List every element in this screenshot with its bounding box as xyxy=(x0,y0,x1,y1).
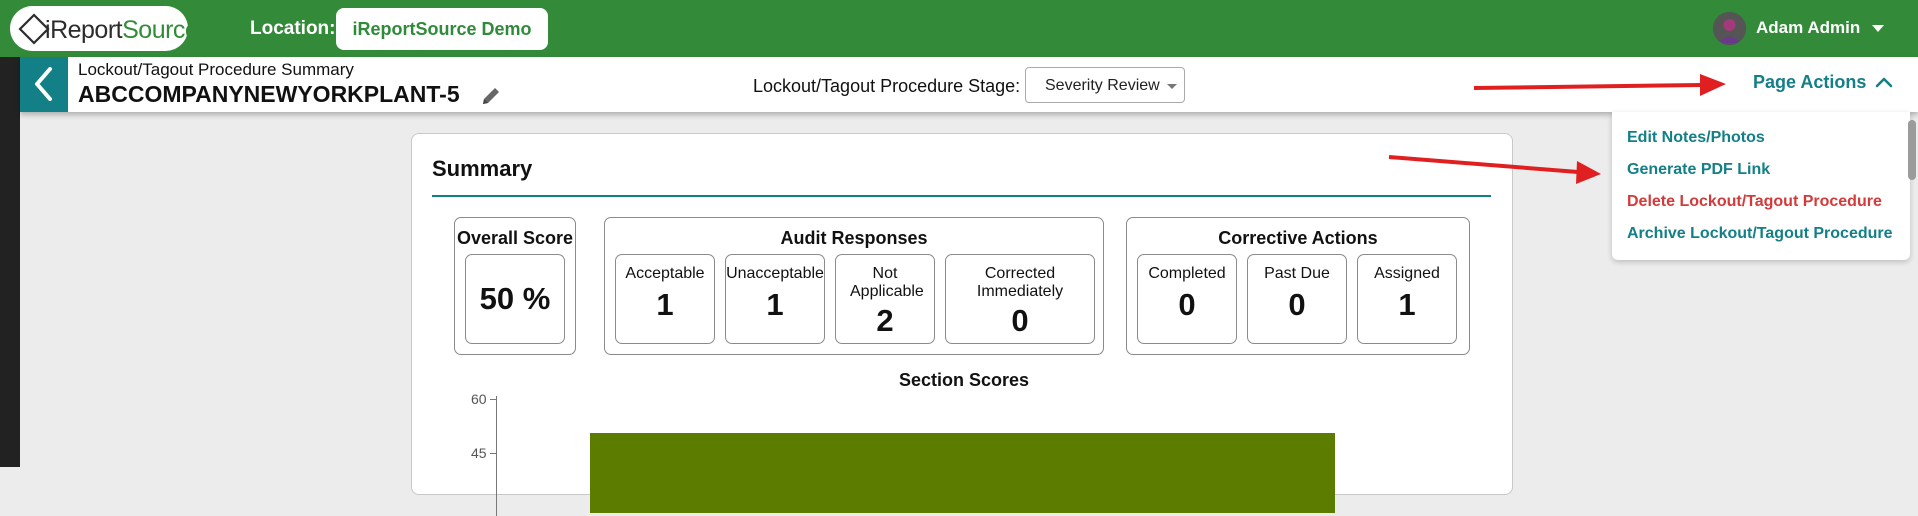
audit-responses-title: Audit Responses xyxy=(780,228,928,248)
caret-down-icon xyxy=(1167,84,1177,89)
chart-y-axis xyxy=(496,396,497,516)
corrective-metric-label: Completed xyxy=(1148,265,1226,282)
page-title: ABCCOMPANYNEWYORKPLANT-5 xyxy=(78,81,460,107)
stage-select[interactable]: Severity Review xyxy=(1025,67,1185,103)
corrective-metric-label: Assigned xyxy=(1374,265,1440,282)
logo-text: iReportSource xyxy=(45,16,199,44)
corrective-metric-completed: Completed 0 xyxy=(1137,254,1237,344)
page-actions-button[interactable]: Page Actions xyxy=(1753,72,1866,93)
user-avatar-icon xyxy=(1713,12,1746,45)
section-score-bar xyxy=(590,433,1335,513)
audit-metric-label: Corrected Immediately xyxy=(976,265,1064,300)
summary-card: Summary Overall Score 50 % Audit Respons… xyxy=(411,133,1513,516)
page-subtitle: Lockout/Tagout Procedure Summary xyxy=(78,60,354,79)
left-sidebar-strip xyxy=(0,57,20,467)
page-actions-menu: Edit Notes/Photos Generate PDF Link Dele… xyxy=(1612,112,1910,260)
audit-metric-corrected-immediately: Corrected Immediately 0 xyxy=(945,254,1095,344)
audit-metric-label: Unacceptable xyxy=(726,265,824,282)
section-scores-title: Section Scores xyxy=(899,370,1030,390)
user-avatar[interactable] xyxy=(1713,12,1746,45)
overall-score-box: Overall Score 50 % xyxy=(454,217,576,355)
menu-item-edit-notes-photos[interactable]: Edit Notes/Photos xyxy=(1627,129,1765,147)
audit-metric-label: Acceptable xyxy=(625,265,705,282)
y-tick-label-60: 60 xyxy=(471,391,487,407)
audit-metric-value: 2 xyxy=(876,303,894,338)
user-menu-caret-icon[interactable] xyxy=(1872,25,1884,32)
menu-item-delete-procedure[interactable]: Delete Lockout/Tagout Procedure xyxy=(1627,193,1882,211)
stage-label: Lockout/Tagout Procedure Stage: xyxy=(753,76,1021,96)
audit-metric-acceptable: Acceptable 1 xyxy=(615,254,715,344)
audit-metric-unacceptable: Unacceptable 1 xyxy=(725,254,825,344)
audit-metric-value: 1 xyxy=(656,287,674,322)
corrective-metric-value: 0 xyxy=(1288,287,1306,322)
page-scrollbar-thumb[interactable] xyxy=(1908,120,1916,180)
corrective-metric-value: 0 xyxy=(1178,287,1196,322)
page-header: Lockout/Tagout Procedure Summary ABCCOMP… xyxy=(20,57,1918,112)
corrective-metric-value: 1 xyxy=(1398,287,1416,322)
audit-metric-value: 0 xyxy=(1011,303,1029,338)
y-tick-label-45: 45 xyxy=(471,445,487,461)
corrective-actions-title: Corrective Actions xyxy=(1218,228,1378,248)
summary-title: Summary xyxy=(432,156,533,181)
user-name[interactable]: Adam Admin xyxy=(1756,18,1860,38)
overall-score-value: 50 % xyxy=(479,281,551,316)
audit-metric-not-applicable: Not Applicable 2 xyxy=(835,254,935,344)
location-label: Location: xyxy=(250,18,336,39)
back-button[interactable] xyxy=(20,57,68,112)
overall-score-metric: 50 % xyxy=(465,254,565,344)
overall-score-title: Overall Score xyxy=(456,228,574,248)
menu-item-archive-procedure[interactable]: Archive Lockout/Tagout Procedure xyxy=(1627,225,1893,243)
corrective-actions-box: Corrective Actions Completed 0 Past Due … xyxy=(1126,217,1470,355)
y-tick-45 xyxy=(490,453,496,454)
chevron-left-icon xyxy=(35,67,52,101)
y-tick-60 xyxy=(490,399,496,400)
corrective-metric-past-due: Past Due 0 xyxy=(1247,254,1347,344)
audit-metric-label: Not Applicable xyxy=(850,265,924,300)
audit-responses-box: Audit Responses Acceptable 1 Unacceptabl… xyxy=(604,217,1104,355)
summary-divider xyxy=(432,195,1491,197)
location-selector-button[interactable]: iReportSource Demo xyxy=(336,8,548,50)
top-bar: iReportSource Location: iReportSource De… xyxy=(0,0,1918,57)
stage-select-value: Severity Review xyxy=(1045,77,1160,94)
corrective-metric-label: Past Due xyxy=(1264,265,1330,282)
audit-metric-value: 1 xyxy=(766,287,784,322)
chevron-up-icon[interactable] xyxy=(1875,76,1893,88)
ireportsource-logo[interactable]: iReportSource xyxy=(10,6,199,51)
menu-item-generate-pdf-link[interactable]: Generate PDF Link xyxy=(1627,161,1770,179)
corrective-metric-assigned: Assigned 1 xyxy=(1357,254,1457,344)
pencil-edit-icon[interactable] xyxy=(480,85,502,107)
